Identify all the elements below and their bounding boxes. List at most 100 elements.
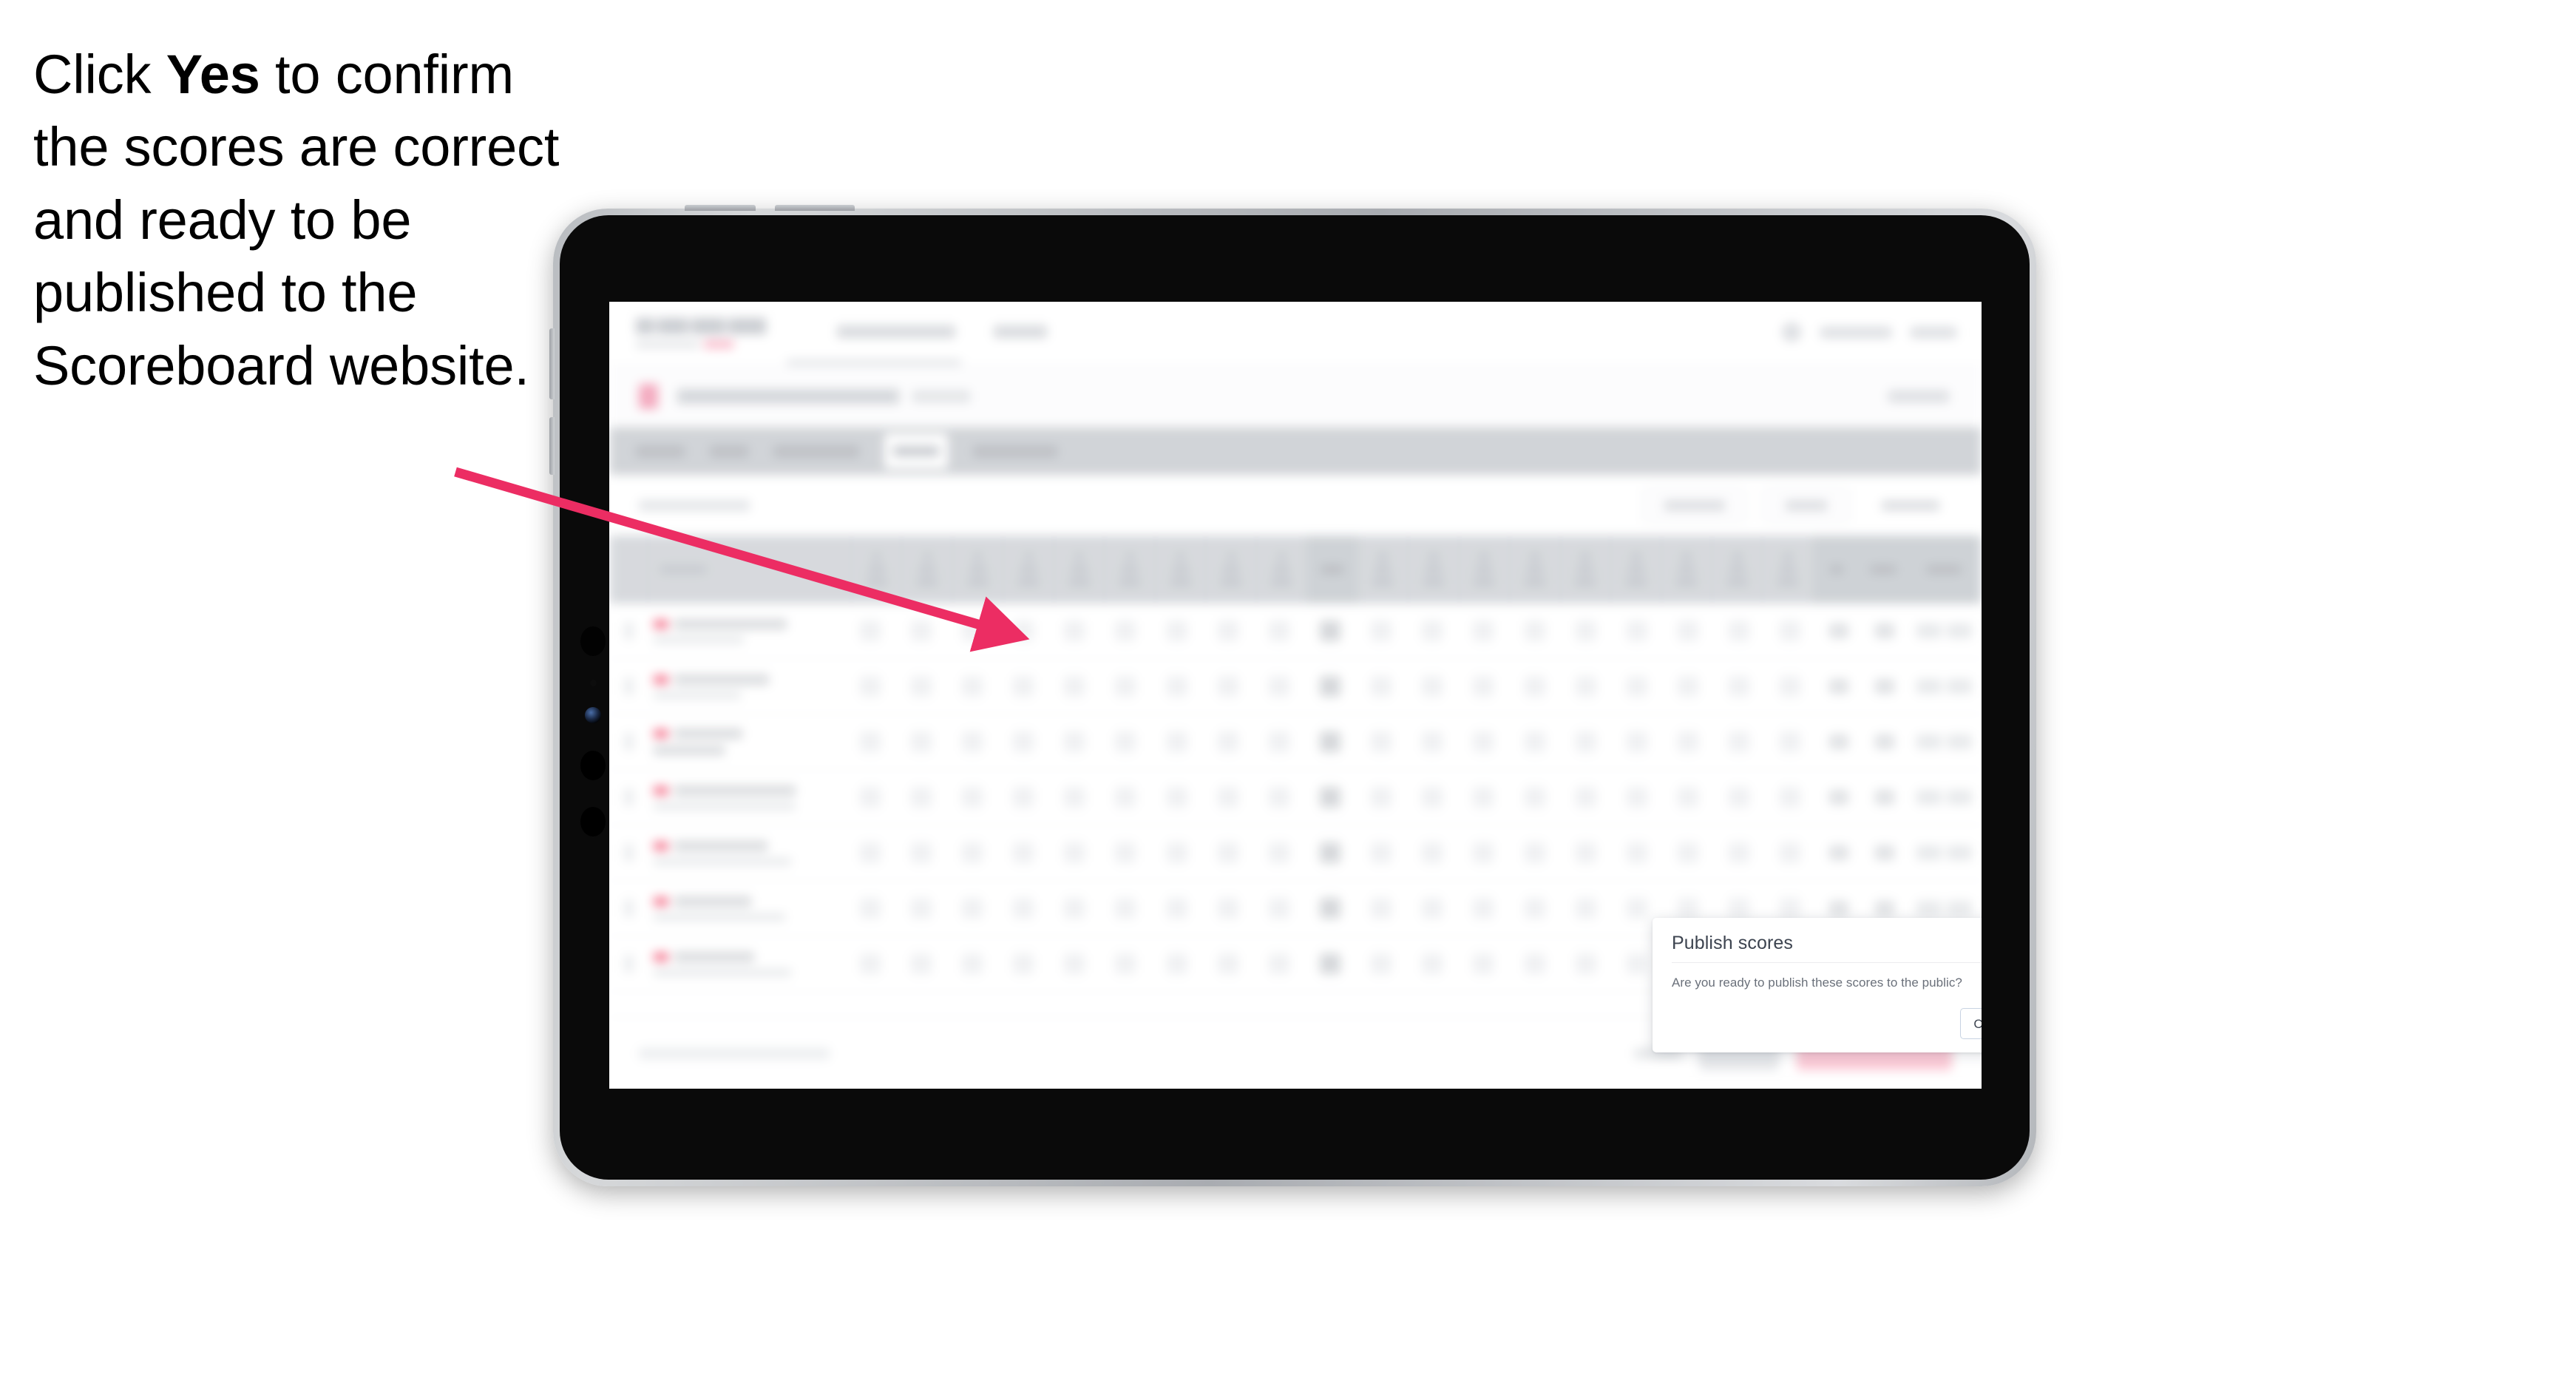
- score-cell[interactable]: [1253, 787, 1304, 808]
- score-cell[interactable]: [1253, 676, 1304, 697]
- top-button-2[interactable]: [775, 205, 855, 211]
- score-cell[interactable]: [1560, 842, 1611, 863]
- score-cell[interactable]: [946, 621, 997, 641]
- score-cell[interactable]: [1458, 787, 1509, 808]
- score-cell[interactable]: [946, 676, 997, 697]
- score-cell[interactable]: [1100, 898, 1151, 919]
- score-cell[interactable]: [1356, 953, 1407, 974]
- score-cell[interactable]: [1663, 787, 1714, 808]
- score-cell[interactable]: [844, 787, 895, 808]
- score-cell[interactable]: [1407, 731, 1458, 752]
- score-cell[interactable]: [1765, 676, 1816, 697]
- score-cell[interactable]: [1100, 621, 1151, 641]
- score-cell[interactable]: [1202, 953, 1253, 974]
- score-cell[interactable]: [1560, 621, 1611, 641]
- avatar[interactable]: [1782, 322, 1801, 342]
- score-cell[interactable]: [997, 898, 1048, 919]
- score-cell[interactable]: [1407, 842, 1458, 863]
- score-cell[interactable]: [1407, 898, 1458, 919]
- table-row[interactable]: [609, 659, 1982, 714]
- score-cell[interactable]: [1202, 898, 1253, 919]
- score-cell[interactable]: [895, 898, 946, 919]
- score-cell[interactable]: [997, 621, 1048, 641]
- score-cell[interactable]: [1049, 731, 1100, 752]
- score-cell[interactable]: [1458, 731, 1509, 752]
- score-cell[interactable]: [1560, 953, 1611, 974]
- player-cell[interactable]: [648, 729, 844, 755]
- score-cell[interactable]: [1663, 731, 1714, 752]
- score-cell[interactable]: [1202, 787, 1253, 808]
- score-cell[interactable]: [1356, 842, 1407, 863]
- score-cell[interactable]: [997, 787, 1048, 808]
- score-cell[interactable]: [1765, 621, 1816, 641]
- score-cell[interactable]: [946, 731, 997, 752]
- score-cell[interactable]: [1151, 898, 1202, 919]
- score-cell[interactable]: [895, 621, 946, 641]
- score-cell[interactable]: [1049, 842, 1100, 863]
- score-cell[interactable]: [895, 731, 946, 752]
- filter-round-select[interactable]: [1763, 488, 1850, 522]
- score-cell[interactable]: [1202, 731, 1253, 752]
- score-cell[interactable]: [1202, 621, 1253, 641]
- score-cell[interactable]: [1611, 731, 1662, 752]
- cancel-button[interactable]: Cancel: [1960, 1008, 1982, 1039]
- score-cell[interactable]: [997, 842, 1048, 863]
- score-cell[interactable]: [1151, 842, 1202, 863]
- table-row[interactable]: [609, 714, 1982, 770]
- score-cell[interactable]: [1509, 898, 1560, 919]
- player-cell[interactable]: [648, 785, 844, 810]
- score-cell[interactable]: [1253, 731, 1304, 752]
- score-cell[interactable]: [1407, 787, 1458, 808]
- score-cell[interactable]: [1509, 621, 1560, 641]
- player-cell[interactable]: [648, 896, 844, 921]
- score-cell[interactable]: [1509, 787, 1560, 808]
- score-cell[interactable]: [895, 676, 946, 697]
- score-cell[interactable]: [895, 842, 946, 863]
- table-row[interactable]: [609, 770, 1982, 825]
- score-cell[interactable]: [1253, 621, 1304, 641]
- score-cell[interactable]: [1407, 953, 1458, 974]
- score-cell[interactable]: [1509, 842, 1560, 863]
- nav-item-tournaments[interactable]: [837, 325, 955, 338]
- score-cell[interactable]: [895, 787, 946, 808]
- score-cell[interactable]: [997, 731, 1048, 752]
- score-cell[interactable]: [1458, 842, 1509, 863]
- score-cell[interactable]: [1714, 898, 1765, 919]
- score-cell[interactable]: [1509, 731, 1560, 752]
- column-header-player[interactable]: [648, 535, 852, 604]
- score-cell[interactable]: [1151, 731, 1202, 752]
- player-cell[interactable]: [648, 618, 844, 643]
- score-cell[interactable]: [1100, 731, 1151, 752]
- score-cell[interactable]: [1714, 676, 1765, 697]
- score-cell[interactable]: [844, 621, 895, 641]
- score-cell[interactable]: [1714, 621, 1765, 641]
- tab-details[interactable]: [636, 445, 685, 457]
- top-button-1[interactable]: [685, 205, 756, 211]
- score-cell[interactable]: [1049, 621, 1100, 641]
- score-cell[interactable]: [1356, 731, 1407, 752]
- score-cell[interactable]: [1049, 898, 1100, 919]
- tab-teams[interactable]: [710, 445, 748, 457]
- score-cell[interactable]: [1714, 787, 1765, 808]
- score-cell[interactable]: [946, 953, 997, 974]
- score-cell[interactable]: [844, 953, 895, 974]
- score-cell[interactable]: [1049, 787, 1100, 808]
- nav-item-teams[interactable]: [994, 325, 1047, 338]
- filter-flight-select[interactable]: [1643, 488, 1746, 522]
- score-cell[interactable]: [1356, 621, 1407, 641]
- score-cell[interactable]: [844, 898, 895, 919]
- score-cell[interactable]: [1151, 953, 1202, 974]
- player-cell[interactable]: [648, 951, 844, 976]
- score-cell[interactable]: [1560, 787, 1611, 808]
- header-link-signout[interactable]: [1911, 326, 1956, 338]
- score-cell[interactable]: [1151, 676, 1202, 697]
- search-input[interactable]: [639, 499, 750, 511]
- score-cell[interactable]: [1151, 787, 1202, 808]
- score-cell[interactable]: [1356, 787, 1407, 808]
- score-cell[interactable]: [844, 842, 895, 863]
- score-cell[interactable]: [997, 676, 1048, 697]
- tab-scoring-setup[interactable]: [773, 445, 859, 457]
- score-cell[interactable]: [1458, 676, 1509, 697]
- score-cell[interactable]: [1253, 842, 1304, 863]
- score-cell[interactable]: [1714, 842, 1765, 863]
